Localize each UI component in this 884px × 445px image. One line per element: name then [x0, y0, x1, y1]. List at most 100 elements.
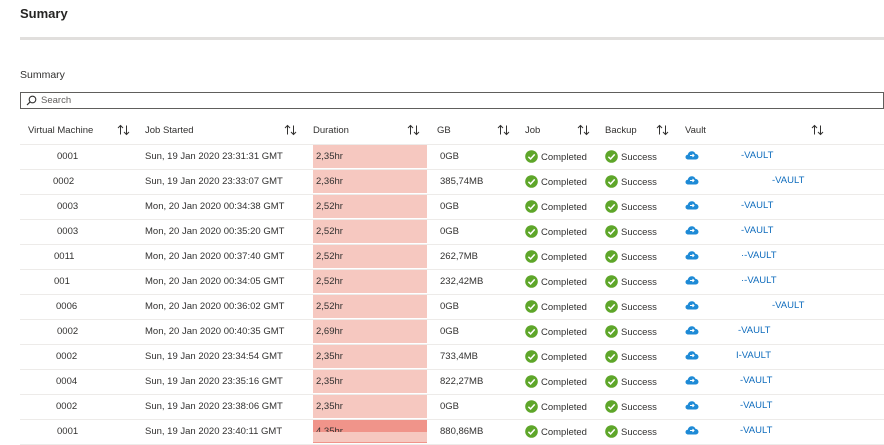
- search-box[interactable]: [20, 92, 884, 109]
- vault-link[interactable]: -VAULT: [740, 425, 772, 436]
- duration-cell: 2,36hr: [313, 170, 427, 193]
- job-started: Mon, 20 Jan 2020 00:37:40 GMT: [145, 251, 285, 262]
- duration-value: 2,52hr: [316, 301, 343, 312]
- column-header-vm[interactable]: Virtual Machine: [28, 125, 93, 136]
- vault-link[interactable]: -VAULT: [741, 225, 773, 236]
- column-header-gb[interactable]: GB: [437, 125, 451, 136]
- size-value: 0GB: [440, 201, 460, 212]
- vm-name: 001: [54, 276, 70, 287]
- job-started: Sun, 19 Jan 2020 23:38:06 GMT: [145, 401, 283, 412]
- duration-cell: 2,35hr: [313, 370, 427, 393]
- backup-status-label: Success: [621, 177, 657, 188]
- duration-cell: 2,52hr: [313, 195, 427, 218]
- table-row[interactable]: 0002 Sun, 19 Jan 2020 23:34:54 GMT 2,35hr 7…: [20, 345, 884, 370]
- duration-value: 2,52hr: [316, 276, 343, 287]
- recovery-vault-cloud-icon: [685, 426, 699, 435]
- table-row[interactable]: 0002 Mon, 20 Jan 2020 00:40:35 GMT 2,69hr 0…: [20, 320, 884, 345]
- job-status-label: Completed: [541, 352, 587, 363]
- vault-link[interactable]: -VAULT: [740, 400, 772, 411]
- backup-status-label: Success: [621, 152, 657, 163]
- vault-link[interactable]: ·-VAULT: [741, 250, 777, 261]
- job-status-label: Completed: [541, 252, 587, 263]
- column-header-duration[interactable]: Duration: [313, 125, 349, 136]
- recovery-vault-cloud-icon: [685, 201, 699, 210]
- vm-name: 0002: [56, 351, 78, 362]
- sort-arrows-icon[interactable]: [407, 124, 420, 136]
- vm-name: 0003: [57, 226, 79, 237]
- vm-name: 0002: [57, 326, 79, 337]
- table-row[interactable]: 0003 Mon, 20 Jan 2020 00:34:38 GMT 2,52hr 0…: [20, 195, 884, 220]
- duration-value: 2,35hr: [316, 351, 343, 362]
- recovery-vault-cloud-icon: [685, 301, 699, 310]
- table-row[interactable]: 0001 Sun, 19 Jan 2020 23:31:31 GMT 2,35hr 0…: [20, 145, 884, 170]
- sort-arrows-icon[interactable]: [811, 124, 824, 136]
- table-row[interactable]: 0004 Sun, 19 Jan 2020 23:35:16 GMT 2,35hr 8…: [20, 370, 884, 395]
- job-started: Sun, 19 Jan 2020 23:31:31 GMT: [145, 151, 283, 162]
- job-status-label: Completed: [541, 227, 587, 238]
- backup-status-label: Success: [621, 302, 657, 313]
- column-header-job[interactable]: Job: [525, 125, 540, 136]
- table-row[interactable]: 0001Sun, 19 Jan 2020 23:40:11 GMT4,35hr8…: [20, 420, 884, 445]
- backup-status-label: Success: [621, 377, 657, 388]
- job-started: Sun, 19 Jan 2020 23:34:54 GMT: [145, 351, 283, 362]
- vault-link[interactable]: -VAULT: [772, 300, 804, 311]
- table-row[interactable]: 0011 Mon, 20 Jan 2020 00:37:40 GMT 2,52hr 2…: [20, 245, 884, 270]
- check-circle-icon: [525, 275, 538, 288]
- check-circle-icon: [605, 175, 618, 188]
- check-circle-icon: [605, 150, 618, 163]
- table-row[interactable]: 001 Mon, 20 Jan 2020 00:34:05 GMT 2,52hr 23…: [20, 270, 884, 295]
- check-circle-icon: [525, 350, 538, 363]
- sort-arrows-icon[interactable]: [497, 124, 510, 136]
- vault-link[interactable]: -VAULT: [741, 200, 773, 211]
- backup-status-label: Success: [621, 227, 657, 238]
- job-status-label: Completed: [541, 152, 587, 163]
- duration-cell: 2,35hr: [313, 345, 427, 368]
- sort-arrows-icon[interactable]: [117, 124, 130, 136]
- duration-value: 2,35hr: [316, 151, 343, 162]
- check-circle-icon: [525, 175, 538, 188]
- job-started: Mon, 20 Jan 2020 00:36:02 GMT: [145, 301, 285, 312]
- sort-arrows-icon[interactable]: [577, 124, 590, 136]
- recovery-vault-cloud-icon: [685, 151, 699, 160]
- check-circle-icon: [605, 400, 618, 413]
- duration-cell: 2,52hr: [313, 220, 427, 243]
- vault-link[interactable]: -VAULT: [740, 375, 772, 386]
- vm-name: 0002: [56, 401, 78, 412]
- column-header-started[interactable]: Job Started: [145, 125, 194, 136]
- job-status-label: Completed: [541, 327, 587, 338]
- column-header-backup[interactable]: Backup: [605, 125, 637, 136]
- duration-cell: 2,52hr: [313, 245, 427, 268]
- backup-status-label: Success: [621, 402, 657, 413]
- table-row[interactable]: 0002 Sun, 19 Jan 2020 23:38:06 GMT 2,35hr 0…: [20, 395, 884, 420]
- duration-value: 2,52hr: [316, 251, 343, 262]
- table-row[interactable]: 0003 Mon, 20 Jan 2020 00:35:20 GMT 2,52hr 0…: [20, 220, 884, 245]
- check-circle-icon: [525, 200, 538, 213]
- job-started: Sun, 19 Jan 2020 23:40:11 GMT: [145, 426, 283, 437]
- vm-name: 0001: [57, 426, 79, 437]
- size-value: 0GB: [440, 326, 460, 337]
- vault-link[interactable]: I-VAULT: [736, 350, 771, 361]
- column-header-vault[interactable]: Vault: [685, 125, 706, 136]
- search-input[interactable]: [41, 93, 861, 108]
- job-started: Sun, 19 Jan 2020 23:33:07 GMT: [145, 176, 283, 187]
- vault-link[interactable]: -VAULT: [741, 150, 773, 161]
- size-value: 385,74MB: [440, 176, 484, 187]
- vault-link[interactable]: ·-VAULT: [741, 275, 777, 286]
- check-circle-icon: [605, 350, 618, 363]
- size-value: 733,4MB: [440, 351, 479, 362]
- vault-link[interactable]: -VAULT: [738, 325, 770, 336]
- table-row[interactable]: 0002 Sun, 19 Jan 2020 23:33:07 GMT 2,36hr 3…: [20, 170, 884, 195]
- table-row[interactable]: 0006 Mon, 20 Jan 2020 00:36:02 GMT 2,52hr 0…: [20, 295, 884, 320]
- duration-cell: 2,35hr: [313, 395, 427, 418]
- duration-value: 2,35hr: [316, 376, 343, 387]
- job-started: Mon, 20 Jan 2020 00:40:35 GMT: [145, 326, 285, 337]
- sort-arrows-icon[interactable]: [284, 124, 297, 136]
- job-status-label: Completed: [541, 177, 587, 188]
- vm-name: 0004: [56, 376, 78, 387]
- sort-arrows-icon[interactable]: [656, 124, 669, 136]
- job-started: Mon, 20 Jan 2020 00:34:05 GMT: [145, 276, 285, 287]
- table-body: 0001 Sun, 19 Jan 2020 23:31:31 GMT 2,35hr 0…: [20, 145, 884, 445]
- duration-overflow-fill: [313, 432, 427, 442]
- vault-link[interactable]: -VAULT: [772, 175, 804, 186]
- duration-value: 2,52hr: [316, 201, 343, 212]
